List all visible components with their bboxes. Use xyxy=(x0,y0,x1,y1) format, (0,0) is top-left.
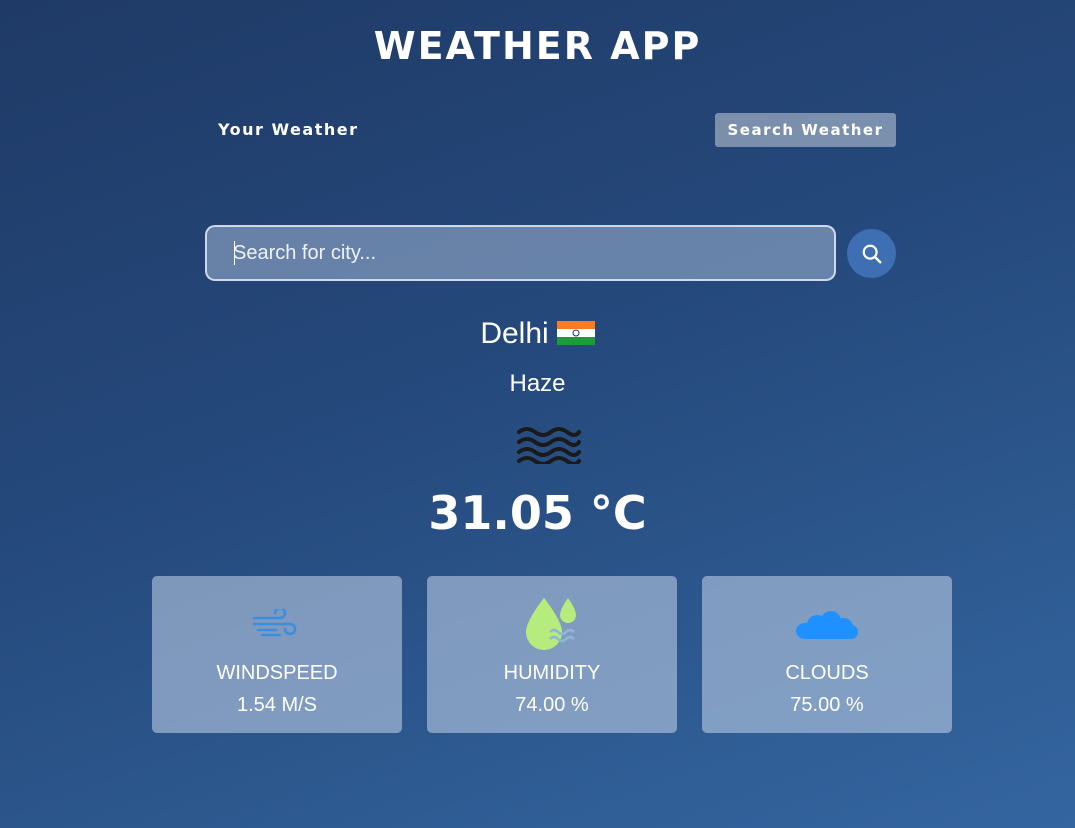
weather-condition: Haze xyxy=(509,370,566,397)
temperature: 31.05 °C xyxy=(428,486,647,540)
city-row: Delhi xyxy=(0,317,1075,351)
humidity-icon xyxy=(526,598,576,650)
haze-icon xyxy=(517,427,581,464)
cloud-icon xyxy=(796,611,858,639)
humidity-value: 74.00 % xyxy=(515,694,589,716)
windspeed-value: 1.54 M/S xyxy=(236,694,318,716)
tab-search-weather[interactable]: Search Weather xyxy=(715,113,896,147)
india-flag-icon xyxy=(556,321,595,346)
clouds-label: CLOUDS xyxy=(785,662,869,684)
search-box xyxy=(205,225,836,281)
tab-your-weather[interactable]: Your Weather xyxy=(208,113,368,147)
search-button[interactable] xyxy=(847,229,896,278)
app-title: WEATHER APP xyxy=(373,24,702,68)
city-name: Delhi xyxy=(480,317,549,350)
humidity-label: HUMIDITY xyxy=(503,662,601,684)
stat-card-humidity: HUMIDITY 74.00 % xyxy=(427,576,677,733)
stat-card-windspeed: WINDSPEED 1.54 M/S xyxy=(152,576,402,733)
text-caret xyxy=(234,241,235,265)
wind-icon xyxy=(252,609,297,637)
search-icon xyxy=(862,244,881,263)
clouds-value: 75.00 % xyxy=(790,694,864,716)
search-input[interactable] xyxy=(207,227,834,279)
windspeed-label: WINDSPEED xyxy=(216,662,338,684)
stat-card-clouds: CLOUDS 75.00 % xyxy=(702,576,952,733)
